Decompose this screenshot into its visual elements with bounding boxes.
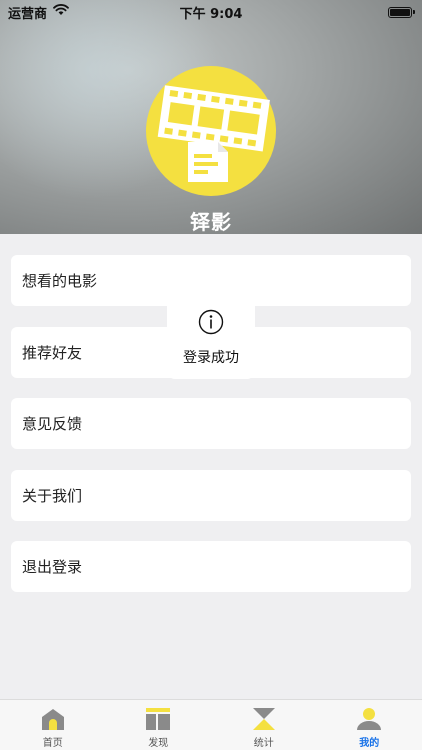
discover-icon — [146, 708, 171, 730]
toast-message: 登录成功 — [183, 350, 239, 366]
menu-item-logout[interactable]: 退出登录 — [11, 541, 411, 592]
tab-mine[interactable]: 我的 — [317, 700, 422, 750]
home-icon — [41, 709, 64, 730]
status-bar: 运营商 下午 9:04 — [0, 0, 422, 24]
hourglass-icon — [252, 708, 275, 730]
app-logo-avatar[interactable] — [146, 66, 276, 196]
film-strip-icon — [157, 85, 270, 182]
app-name: 铎影 — [190, 210, 232, 234]
user-icon — [357, 708, 382, 730]
profile-header: 运营商 下午 9:04 铎影 — [0, 0, 422, 234]
carrier-label: 运营商 — [8, 6, 48, 22]
wifi-icon — [53, 4, 69, 20]
menu-item-label: 退出登录 — [22, 558, 83, 576]
login-success-toast: 登录成功 — [167, 297, 255, 379]
tab-label: 我的 — [359, 738, 380, 749]
tab-label: 统计 — [253, 738, 274, 749]
menu-item-label: 意见反馈 — [22, 415, 83, 433]
tab-bar: 首页 发现 统计 我的 — [0, 699, 422, 750]
tab-home[interactable]: 首页 — [0, 700, 106, 750]
menu-item-feedback[interactable]: 意见反馈 — [11, 398, 411, 449]
menu-item-about-us[interactable]: 关于我们 — [11, 469, 411, 521]
info-icon — [198, 309, 224, 339]
menu-item-label: 推荐好友 — [22, 343, 83, 362]
tab-statistics[interactable]: 统计 — [211, 700, 317, 750]
note-icon — [188, 142, 228, 182]
tab-discover[interactable]: 发现 — [106, 700, 212, 750]
menu-item-label: 想看的电影 — [22, 272, 98, 290]
tab-label: 首页 — [42, 738, 63, 749]
battery-icon — [388, 6, 415, 18]
menu-item-label: 关于我们 — [22, 486, 83, 505]
tab-label: 发现 — [148, 738, 169, 749]
